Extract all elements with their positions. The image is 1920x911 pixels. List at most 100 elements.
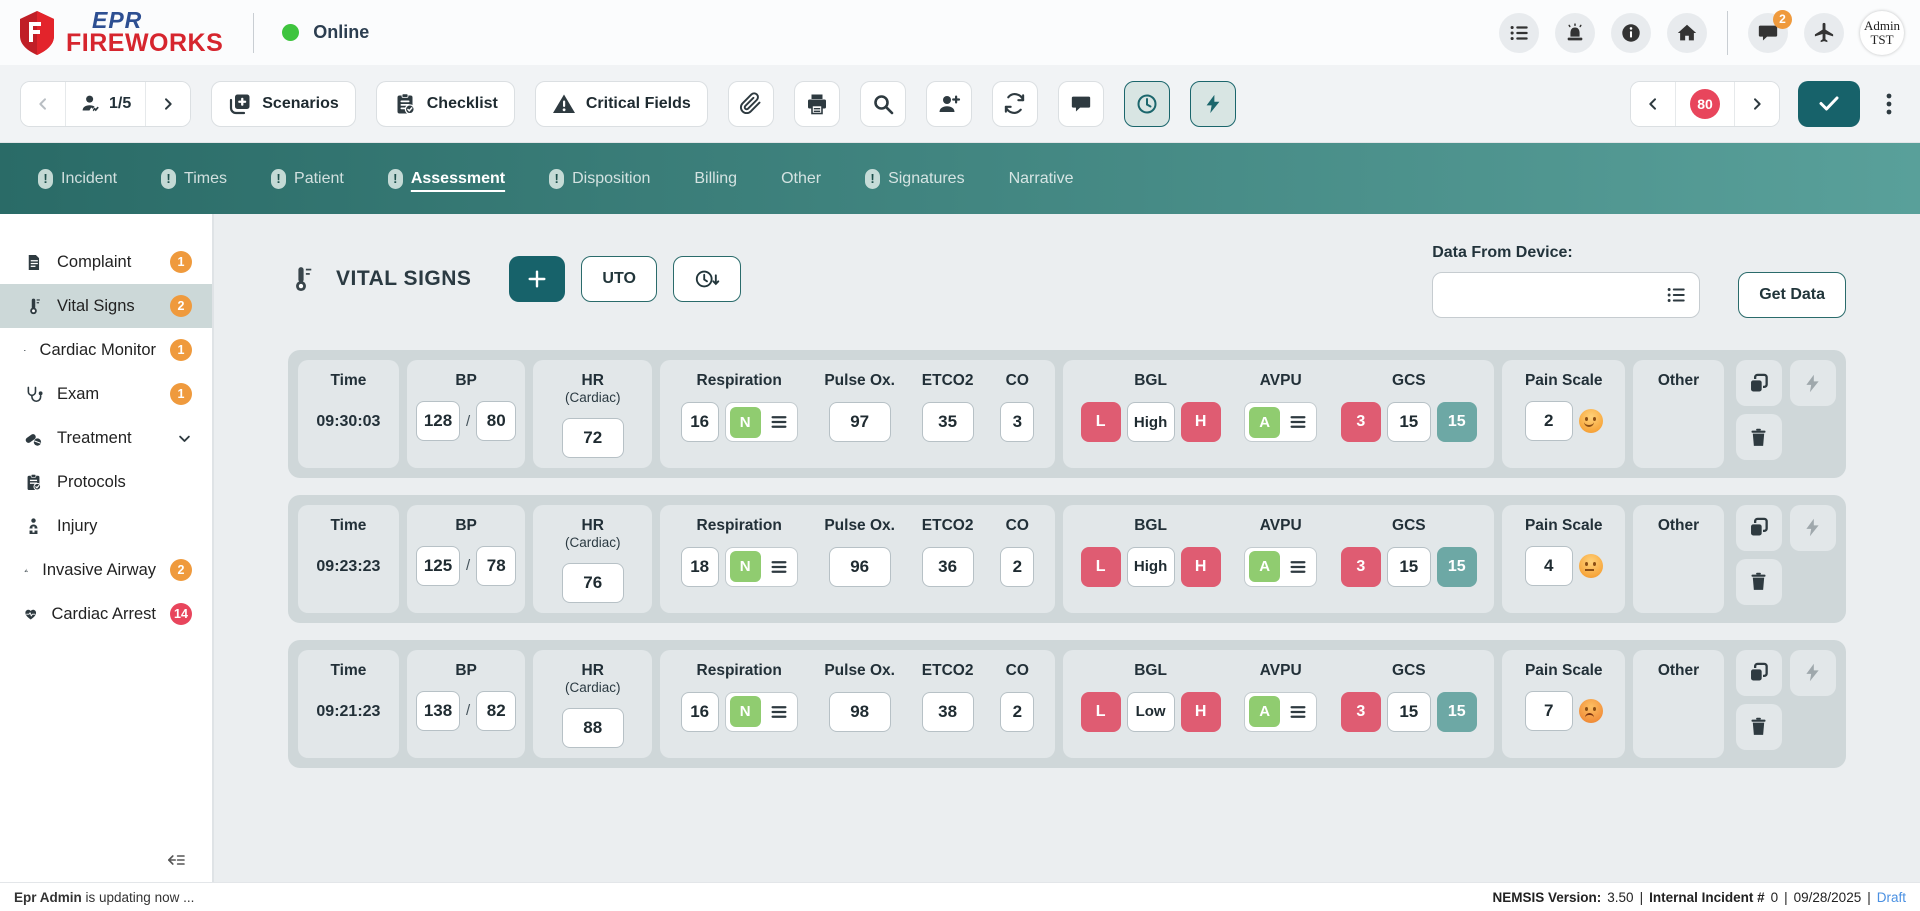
pulse-ox-input[interactable]: 97 xyxy=(829,402,891,442)
sidebar-item-cardiac-arrest[interactable]: Cardiac Arrest 14 xyxy=(0,592,212,636)
respiration-quality-select[interactable]: N xyxy=(725,402,798,442)
etco2-input[interactable]: 38 xyxy=(922,692,974,732)
collapse-sidebar-button[interactable] xyxy=(166,852,186,868)
scenarios-button[interactable]: Scenarios xyxy=(211,81,355,127)
tab-other[interactable]: Other xyxy=(781,164,821,194)
pain-scale-input[interactable]: 2 xyxy=(1525,401,1573,441)
bgl-low-button[interactable]: L xyxy=(1081,547,1121,587)
tab-narrative[interactable]: Narrative xyxy=(1009,164,1074,194)
bp-diastolic-input[interactable]: 78 xyxy=(476,546,516,586)
bgl-high-button[interactable]: H xyxy=(1181,402,1221,442)
get-data-button[interactable]: Get Data xyxy=(1738,272,1846,318)
copy-row-button[interactable] xyxy=(1736,650,1782,696)
print-button[interactable] xyxy=(794,81,840,127)
quick-fill-button[interactable] xyxy=(1790,360,1836,406)
bp-diastolic-input[interactable]: 82 xyxy=(476,691,516,731)
quick-fill-button[interactable] xyxy=(1790,505,1836,551)
critical-fields-button[interactable]: Critical Fields xyxy=(535,81,708,127)
respiration-input[interactable]: 16 xyxy=(681,402,719,442)
attachments-button[interactable] xyxy=(728,81,774,127)
pulse-ox-input[interactable]: 96 xyxy=(829,547,891,587)
tab-disposition[interactable]: !Disposition xyxy=(549,163,650,195)
patient-prev-button[interactable] xyxy=(21,82,66,126)
time-cell[interactable]: Time 09:23:23 xyxy=(298,505,399,613)
sidebar-item-protocols[interactable]: Protocols xyxy=(0,460,212,504)
respiration-input[interactable]: 18 xyxy=(681,547,719,587)
hr-input[interactable]: 72 xyxy=(562,418,624,458)
gcs-min-button[interactable]: 3 xyxy=(1341,402,1381,442)
device-select[interactable] xyxy=(1432,272,1700,318)
etco2-input[interactable]: 36 xyxy=(922,547,974,587)
record-next-button[interactable] xyxy=(1735,82,1779,126)
other-cell[interactable]: Other xyxy=(1633,650,1724,758)
time-sort-button[interactable] xyxy=(673,256,741,302)
quick-actions-toggle[interactable] xyxy=(1190,81,1236,127)
bgl-input[interactable]: High xyxy=(1127,402,1175,442)
sidebar-item-exam[interactable]: Exam 1 xyxy=(0,372,212,416)
bgl-input[interactable]: Low xyxy=(1127,692,1175,732)
info-button[interactable] xyxy=(1611,13,1651,53)
bp-systolic-input[interactable]: 125 xyxy=(416,546,460,586)
add-vitals-button[interactable] xyxy=(509,256,565,302)
copy-row-button[interactable] xyxy=(1736,360,1782,406)
list-button[interactable] xyxy=(1499,13,1539,53)
tab-times[interactable]: !Times xyxy=(161,163,227,195)
delete-row-button[interactable] xyxy=(1736,559,1782,605)
co-input[interactable]: 2 xyxy=(1000,547,1034,587)
gcs-input[interactable]: 15 xyxy=(1387,402,1431,442)
siren-button[interactable] xyxy=(1555,13,1595,53)
flight-mode-button[interactable] xyxy=(1804,13,1844,53)
patient-next-button[interactable] xyxy=(146,82,190,126)
delete-row-button[interactable] xyxy=(1736,704,1782,750)
checklist-button[interactable]: Checklist xyxy=(376,81,515,127)
quick-fill-button[interactable] xyxy=(1790,650,1836,696)
avpu-select[interactable]: A xyxy=(1244,547,1317,587)
sidebar-item-vital-signs[interactable]: Vital Signs 2 xyxy=(0,284,212,328)
pulse-ox-input[interactable]: 98 xyxy=(829,692,891,732)
other-cell[interactable]: Other xyxy=(1633,360,1724,468)
list-select-icon[interactable] xyxy=(1665,284,1687,306)
add-patient-button[interactable] xyxy=(926,81,972,127)
tab-signatures[interactable]: !Signatures xyxy=(865,163,965,195)
bgl-low-button[interactable]: L xyxy=(1081,692,1121,732)
tab-incident[interactable]: !Incident xyxy=(38,163,117,195)
brand-logo[interactable]: EPR FIREWORKS xyxy=(16,10,223,56)
sidebar-item-cardiac-monitor[interactable]: Cardiac Monitor 1 xyxy=(0,328,212,372)
more-options-button[interactable] xyxy=(1878,88,1900,120)
etco2-input[interactable]: 35 xyxy=(922,402,974,442)
respiration-quality-select[interactable]: N xyxy=(725,692,798,732)
gcs-min-button[interactable]: 3 xyxy=(1341,692,1381,732)
gcs-total-button[interactable]: 15 xyxy=(1437,692,1477,732)
avpu-select[interactable]: A xyxy=(1244,692,1317,732)
bgl-high-button[interactable]: H xyxy=(1181,692,1221,732)
time-sync-toggle[interactable] xyxy=(1124,81,1170,127)
co-input[interactable]: 3 xyxy=(1000,402,1034,442)
tab-billing[interactable]: Billing xyxy=(694,164,737,194)
time-cell[interactable]: Time 09:21:23 xyxy=(298,650,399,758)
co-input[interactable]: 2 xyxy=(1000,692,1034,732)
device-input[interactable] xyxy=(1445,287,1665,304)
uto-button[interactable]: UTO xyxy=(581,256,656,302)
respiration-quality-select[interactable]: N xyxy=(725,547,798,587)
draft-status-link[interactable]: Draft xyxy=(1877,890,1906,905)
copy-row-button[interactable] xyxy=(1736,505,1782,551)
bgl-input[interactable]: High xyxy=(1127,547,1175,587)
other-cell[interactable]: Other xyxy=(1633,505,1724,613)
bp-systolic-input[interactable]: 138 xyxy=(416,691,460,731)
comments-button[interactable] xyxy=(1058,81,1104,127)
bgl-high-button[interactable]: H xyxy=(1181,547,1221,587)
bp-systolic-input[interactable]: 128 xyxy=(416,401,460,441)
validate-button[interactable] xyxy=(1798,81,1860,127)
bp-diastolic-input[interactable]: 80 xyxy=(476,401,516,441)
tab-assessment[interactable]: !Assessment xyxy=(388,163,505,195)
respiration-input[interactable]: 16 xyxy=(681,692,719,732)
hr-input[interactable]: 88 xyxy=(562,708,624,748)
record-prev-button[interactable] xyxy=(1631,82,1676,126)
delete-row-button[interactable] xyxy=(1736,414,1782,460)
gcs-input[interactable]: 15 xyxy=(1387,692,1431,732)
sidebar-item-invasive-airway[interactable]: Invasive Airway 2 xyxy=(0,548,212,592)
tab-patient[interactable]: !Patient xyxy=(271,163,344,195)
home-button[interactable] xyxy=(1667,13,1707,53)
gcs-total-button[interactable]: 15 xyxy=(1437,402,1477,442)
sidebar-item-injury[interactable]: Injury xyxy=(0,504,212,548)
